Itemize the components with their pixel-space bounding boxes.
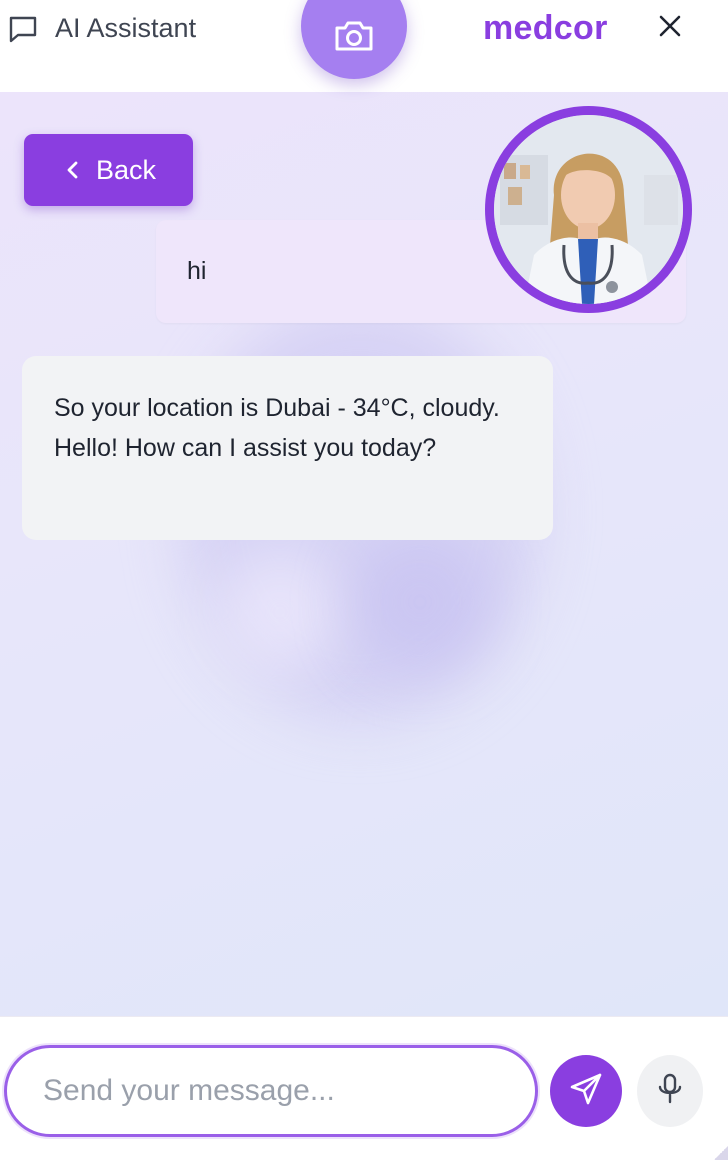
composer-bar bbox=[0, 1016, 728, 1160]
assistant-title: AI Assistant bbox=[55, 13, 197, 43]
camera-icon bbox=[333, 19, 375, 58]
close-button[interactable] bbox=[652, 10, 688, 46]
assistant-message: So your location is Dubai - 34°C, cloudy… bbox=[22, 356, 553, 540]
doctor-avatar bbox=[485, 106, 692, 313]
resize-handle[interactable] bbox=[714, 1146, 728, 1160]
send-icon bbox=[568, 1071, 604, 1112]
microphone-button[interactable] bbox=[637, 1055, 703, 1127]
chat-area[interactable]: Back hi So your location is Dubai - 34°C… bbox=[0, 92, 728, 1016]
back-button[interactable]: Back bbox=[24, 134, 193, 206]
chat-bubble-icon bbox=[8, 14, 38, 44]
user-message-text: hi bbox=[187, 257, 207, 285]
message-input[interactable] bbox=[4, 1045, 538, 1137]
background-blur bbox=[350, 532, 490, 672]
header-bar: AI Assistant medcor bbox=[0, 0, 728, 92]
ai-assistant-window: AI Assistant medcor Back hi So your loca… bbox=[0, 0, 728, 1160]
close-icon bbox=[658, 14, 682, 43]
assistant-message-text: So your location is Dubai - 34°C, cloudy… bbox=[54, 394, 500, 462]
background-blur bbox=[220, 552, 340, 672]
back-button-label: Back bbox=[96, 155, 157, 185]
brand-logo: medcor bbox=[483, 9, 608, 47]
microphone-icon bbox=[656, 1073, 684, 1110]
camera-button[interactable] bbox=[301, 0, 407, 79]
chevron-left-icon bbox=[64, 161, 82, 179]
send-button[interactable] bbox=[550, 1055, 622, 1127]
